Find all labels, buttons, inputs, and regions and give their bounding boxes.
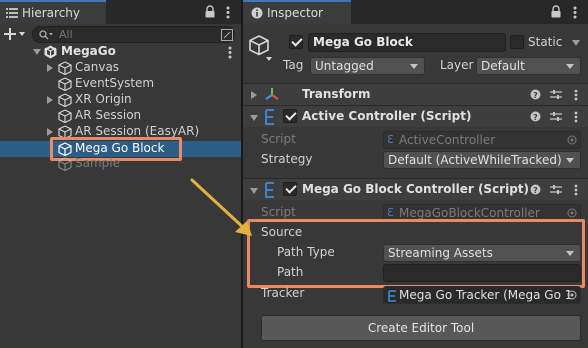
preset-sliders-icon[interactable] xyxy=(550,184,562,195)
hierarchy-item-sample[interactable]: Sample xyxy=(75,156,120,170)
script-icon xyxy=(264,109,276,125)
strategy-value: Default (ActiveWhileTracked) xyxy=(388,153,562,167)
tab-inspector[interactable]: Inspector xyxy=(243,0,351,24)
svg-text:?: ? xyxy=(533,91,538,100)
active-controller-enabled-checkbox[interactable] xyxy=(283,109,297,123)
component-more-icon[interactable] xyxy=(574,111,578,123)
more-menu-icon[interactable] xyxy=(573,6,577,19)
layer-dropdown[interactable]: Default xyxy=(476,57,581,75)
component-more-icon[interactable] xyxy=(574,184,578,196)
tag-label: Tag xyxy=(283,58,304,72)
script-icon xyxy=(264,182,276,198)
script-value: MegaGoBlockController xyxy=(399,206,540,220)
mega-go-block-controller-header[interactable]: Mega Go Block Controller (Script) ? xyxy=(243,178,588,200)
help-icon[interactable]: ? xyxy=(530,184,541,195)
preset-sliders-icon[interactable] xyxy=(550,111,562,122)
list-icon xyxy=(6,8,18,18)
strategy-dropdown[interactable]: Default (ActiveWhileTracked) xyxy=(383,151,581,169)
chevron-down-icon xyxy=(410,64,418,69)
component-more-icon[interactable] xyxy=(574,89,578,101)
active-controller-expand-arrow[interactable] xyxy=(250,115,258,121)
object-name-value: Mega Go Block xyxy=(313,35,413,49)
chevron-down-icon xyxy=(566,64,574,69)
transform-axes-icon xyxy=(264,87,280,103)
gameobject-cube-icon xyxy=(58,93,72,107)
transform-expand-arrow[interactable] xyxy=(251,91,257,99)
gameobject-cube-icon xyxy=(58,61,72,75)
object-picker-icon xyxy=(567,135,577,145)
preset-sliders-icon[interactable] xyxy=(550,89,562,100)
script-file-icon: ℇ xyxy=(387,133,394,146)
inspector-tabbar: Inspector xyxy=(243,0,588,24)
script-file-icon: ℇ xyxy=(387,206,394,219)
canvas-expand-arrow[interactable] xyxy=(47,64,53,72)
mega-go-block-controller-title: Mega Go Block Controller (Script) xyxy=(302,182,530,196)
object-name-field[interactable]: Mega Go Block xyxy=(308,33,506,52)
more-menu-icon[interactable] xyxy=(226,6,230,19)
hierarchy-item-ar-session-easyar[interactable]: AR Session (EasyAR) xyxy=(75,124,199,138)
search-icon xyxy=(39,30,53,40)
lock-icon[interactable] xyxy=(205,5,215,18)
hierarchy-item-ar-session[interactable]: AR Session xyxy=(75,108,141,122)
transform-title: Transform xyxy=(302,87,371,101)
help-icon[interactable]: ? xyxy=(530,111,541,122)
help-icon[interactable]: ? xyxy=(530,89,541,100)
hierarchy-tabbar: Hierarchy xyxy=(0,0,241,24)
inspector-panel: Inspector Mega Go Block Static Tag Untag… xyxy=(243,0,588,348)
scene-search-icon[interactable] xyxy=(221,29,233,41)
hierarchy-search-input[interactable]: All xyxy=(32,26,235,43)
tag-dropdown[interactable]: Untagged xyxy=(310,57,425,75)
strategy-label: Strategy xyxy=(261,152,313,166)
lock-icon[interactable] xyxy=(551,5,561,18)
tracker-value: Mega Go Tracker (Mega Go 1 xyxy=(399,288,573,302)
object-picker-icon xyxy=(567,208,577,218)
create-editor-tool-label: Create Editor Tool xyxy=(367,321,475,335)
create-editor-tool-button[interactable]: Create Editor Tool xyxy=(261,315,581,341)
script-file-icon xyxy=(387,290,397,302)
search-placeholder: All xyxy=(59,28,73,41)
static-checkbox[interactable] xyxy=(510,35,524,49)
gameobject-cube-icon xyxy=(58,157,72,171)
object-picker-icon[interactable] xyxy=(567,290,577,300)
tab-hierarchy[interactable]: Hierarchy xyxy=(0,0,106,24)
svg-text:?: ? xyxy=(533,186,538,195)
scene-name[interactable]: MegaGo xyxy=(61,44,116,58)
tab-inspector-label: Inspector xyxy=(267,6,323,20)
active-controller-title: Active Controller (Script) xyxy=(302,109,472,123)
layer-value: Default xyxy=(481,59,525,73)
info-icon xyxy=(251,7,263,19)
active-controller-header[interactable]: Active Controller (Script) ? xyxy=(243,105,588,127)
layer-label: Layer xyxy=(440,58,474,72)
xr-origin-expand-arrow[interactable] xyxy=(47,96,53,104)
gameobject-cube-icon xyxy=(58,77,72,91)
scene-expand-arrow[interactable] xyxy=(33,49,41,55)
tag-value: Untagged xyxy=(315,59,374,73)
active-controller-script-field: ℇ ActiveController xyxy=(383,131,581,149)
static-label: Static xyxy=(528,35,563,49)
hierarchy-item-canvas[interactable]: Canvas xyxy=(75,60,119,74)
hierarchy-item-xr-origin[interactable]: XR Origin xyxy=(75,92,132,106)
script-value: ActiveController xyxy=(399,133,496,147)
unity-scene-icon xyxy=(44,45,57,59)
chevron-down-icon xyxy=(566,158,574,163)
tab-hierarchy-label: Hierarchy xyxy=(22,6,81,20)
tracker-field[interactable]: Mega Go Tracker (Mega Go 1 xyxy=(383,286,581,304)
hierarchy-item-eventsystem[interactable]: EventSystem xyxy=(75,76,154,90)
tracker-label: Tracker xyxy=(261,286,305,300)
gameobject-cube-icon[interactable] xyxy=(249,34,275,62)
transform-header[interactable]: Transform ? xyxy=(243,83,588,105)
gameobject-cube-icon xyxy=(58,109,72,123)
inspector-highlight-box xyxy=(247,219,585,288)
add-plus-icon[interactable] xyxy=(4,27,26,41)
static-dropdown-arrow[interactable] xyxy=(572,40,580,46)
script-label: Script xyxy=(261,132,296,146)
mega-go-block-controller-enabled-checkbox[interactable] xyxy=(283,182,297,196)
scene-more-icon[interactable] xyxy=(228,46,232,59)
annotation-arrow xyxy=(190,178,252,236)
svg-text:?: ? xyxy=(533,113,538,122)
ar-session-easyar-expand-arrow[interactable] xyxy=(47,128,53,136)
script-label: Script xyxy=(261,205,296,219)
active-checkbox[interactable] xyxy=(289,35,303,49)
